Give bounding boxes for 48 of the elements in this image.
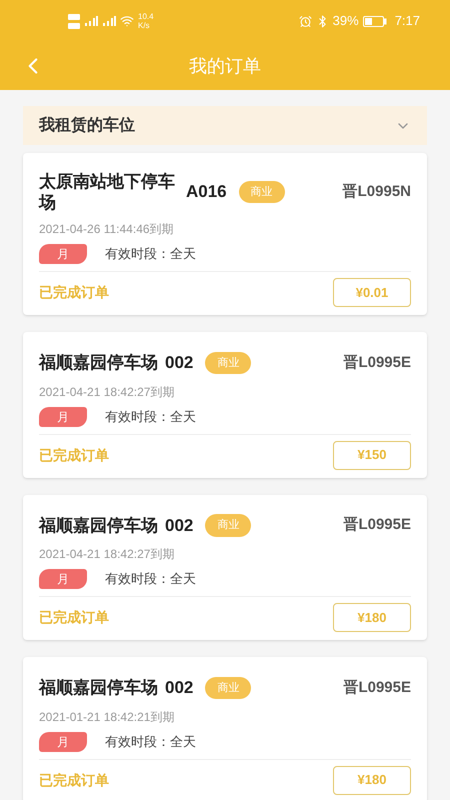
- signal-icon: [84, 16, 98, 26]
- parking-name: 福顺嘉园停车场: [39, 677, 158, 698]
- category-tag: 商业: [205, 514, 252, 536]
- parking-name: 福顺嘉园停车场: [39, 514, 158, 536]
- valid-hours: 有效时段：全天: [105, 245, 196, 264]
- space-code: 002: [165, 514, 194, 536]
- space-code: 002: [165, 677, 194, 699]
- license-plate: 晋L0995E: [343, 515, 411, 535]
- period-tag: 月: [39, 406, 87, 426]
- order-status: 已完成订单: [39, 446, 109, 464]
- category-tag: 商业: [205, 352, 252, 374]
- period-tag: 月: [39, 732, 87, 752]
- order-status: 已完成订单: [39, 770, 109, 790]
- order-status: 已完成订单: [39, 608, 109, 627]
- page-title: 我的订单: [189, 54, 261, 78]
- license-plate: 晋L0995N: [342, 182, 411, 202]
- period-tag: 月: [39, 569, 87, 589]
- section-dropdown[interactable]: 我租赁的车位: [23, 106, 427, 145]
- signal-icon: [102, 16, 116, 26]
- expiry-date: 2021-04-26 11:44:46到期: [39, 221, 175, 238]
- license-plate: 晋L0995E: [343, 352, 411, 372]
- alarm-icon: [298, 14, 312, 28]
- battery-percent: 39%: [332, 12, 359, 30]
- expiry-date: 2021-04-21 18:42:27到期: [39, 384, 176, 400]
- parking-name: 太原南站地下停车场: [39, 171, 176, 213]
- expiry-date: 2021-01-21 18:42:21到期: [39, 708, 176, 726]
- period-tag: 月: [39, 244, 87, 264]
- speed-unit: K/s: [138, 21, 151, 30]
- category-tag: 商业: [238, 180, 285, 204]
- price-button[interactable]: ¥180: [333, 603, 411, 632]
- parking-name: 福顺嘉园停车场: [39, 352, 158, 374]
- valid-hours: 有效时段：全天: [105, 570, 196, 588]
- network-speed: 10.4: [138, 12, 154, 21]
- valid-hours: 有效时段：全天: [105, 732, 196, 751]
- expiry-date: 2021-04-21 18:42:27到期: [39, 546, 176, 563]
- price-button[interactable]: ¥180: [333, 766, 411, 794]
- battery-icon: [362, 16, 387, 26]
- space-code: 002: [165, 352, 194, 374]
- license-plate: 晋L0995E: [343, 678, 411, 698]
- price-button[interactable]: ¥150: [333, 440, 411, 470]
- sim-icon: [68, 14, 80, 28]
- wifi-icon: [120, 14, 134, 28]
- valid-hours: 有效时段：全天: [105, 408, 196, 426]
- space-code: A016: [186, 181, 227, 204]
- order-status: 已完成订单: [39, 283, 109, 302]
- clock-time: 7:17: [394, 12, 420, 30]
- category-tag: 商业: [205, 676, 252, 699]
- price-button[interactable]: ¥0.01: [333, 278, 411, 307]
